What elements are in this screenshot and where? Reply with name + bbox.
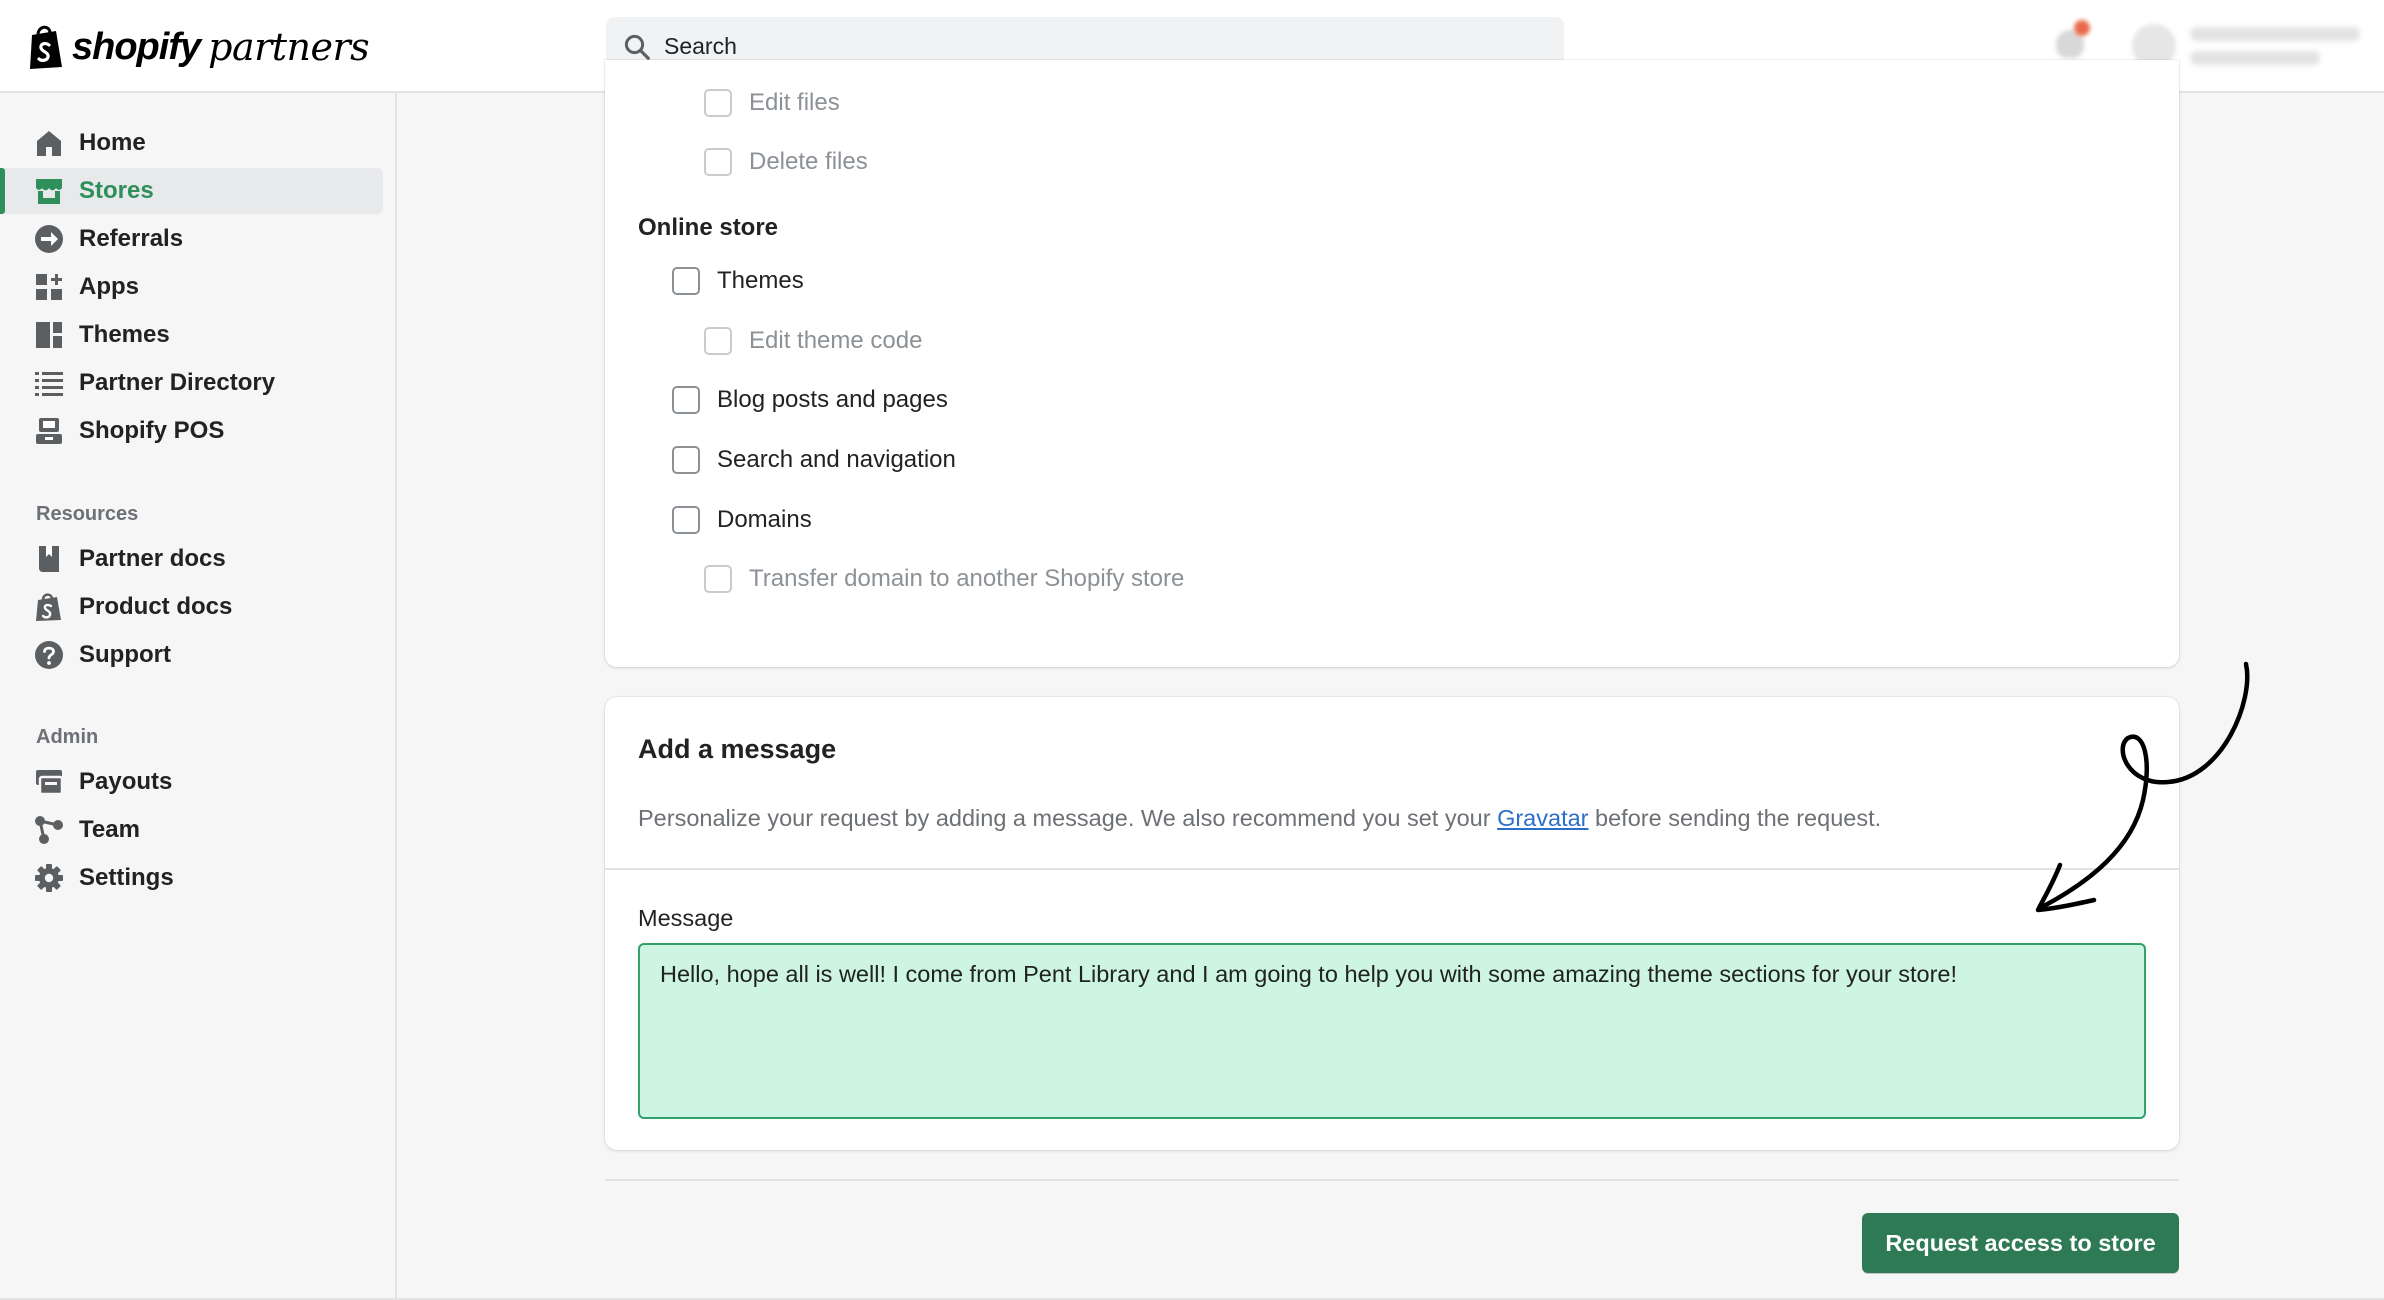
message-label: Message <box>638 905 734 931</box>
sidebar-item-label: Referrals <box>79 225 184 252</box>
sidebar-item-referrals[interactable]: Referrals <box>0 216 383 262</box>
shopify-partners-logo[interactable]: shopify partners <box>26 22 370 72</box>
sidebar-item-partner-directory[interactable]: Partner Directory <box>0 360 383 406</box>
sidebar-item-themes[interactable]: Themes <box>0 312 383 358</box>
team-icon <box>32 815 65 845</box>
checkbox[interactable] <box>704 89 732 117</box>
sidebar-item-label: Team <box>79 816 140 843</box>
sidebar-item-settings[interactable]: Settings <box>0 855 383 901</box>
add-message-card: Add a message Personalize your request b… <box>605 697 2179 1150</box>
permission-blog-posts[interactable]: Blog posts and pages <box>672 386 948 414</box>
checkbox-label: Themes <box>717 267 804 294</box>
permission-transfer-domain[interactable]: Transfer domain to another Shopify store <box>704 565 1184 593</box>
question-icon <box>32 640 65 670</box>
gravatar-link[interactable]: Gravatar <box>1497 805 1588 831</box>
checkbox-label: Edit theme code <box>749 327 923 354</box>
referrals-icon <box>32 224 65 254</box>
payouts-icon <box>32 767 65 797</box>
message-textarea[interactable]: Hello, hope all is well! I come from Pen… <box>638 943 2146 1119</box>
sidebar-item-payouts[interactable]: Payouts <box>0 759 383 805</box>
description-text-end: before sending the request. <box>1588 805 1882 831</box>
sidebar-item-home[interactable]: Home <box>0 120 383 166</box>
request-access-button[interactable]: Request access to store <box>1862 1213 2179 1273</box>
footer-divider <box>605 1179 2179 1181</box>
checkbox[interactable] <box>672 506 700 534</box>
checkbox[interactable] <box>672 267 700 295</box>
list-icon <box>32 368 65 398</box>
checkbox-label: Domains <box>717 506 812 533</box>
checkbox-label: Search and navigation <box>717 446 956 473</box>
sidebar-item-support[interactable]: Support <box>0 632 383 678</box>
permission-edit-theme-code[interactable]: Edit theme code <box>704 327 922 355</box>
store-icon <box>32 176 65 206</box>
sidebar-item-label: Partner docs <box>79 545 226 572</box>
gear-icon <box>32 863 65 893</box>
book-icon <box>32 544 65 574</box>
sidebar-item-label: Payouts <box>79 768 173 795</box>
home-icon <box>32 128 65 158</box>
card-description: Personalize your request by adding a mes… <box>638 805 1881 832</box>
user-info-redacted <box>2190 27 2360 65</box>
themes-icon <box>32 320 65 350</box>
checkbox[interactable] <box>704 327 732 355</box>
notifications-button[interactable] <box>2052 18 2092 62</box>
sidebar-item-shopify-pos[interactable]: Shopify POS <box>0 408 383 454</box>
sidebar: Home Stores Referrals Apps Themes Partne… <box>0 93 397 1300</box>
sidebar-item-label: Settings <box>79 864 174 891</box>
checkbox[interactable] <box>704 565 732 593</box>
checkbox[interactable] <box>704 148 732 176</box>
sidebar-item-label: Stores <box>79 177 154 204</box>
sidebar-item-label: Support <box>79 641 171 668</box>
sidebar-item-team[interactable]: Team <box>0 807 383 853</box>
description-text: Personalize your request by adding a mes… <box>638 805 1498 831</box>
sidebar-item-label: Apps <box>79 273 139 300</box>
sidebar-item-product-docs[interactable]: Product docs <box>0 584 383 630</box>
permission-delete-files[interactable]: Delete files <box>704 148 868 176</box>
checkbox-label: Blog posts and pages <box>717 386 948 413</box>
logo-brand-text: shopify <box>72 25 201 68</box>
resources-heading: Resources <box>36 503 139 525</box>
permission-domains[interactable]: Domains <box>672 506 812 534</box>
logo-product-text: partners <box>208 25 370 69</box>
divider <box>605 868 2179 870</box>
shopify-bag-logo-icon <box>30 25 62 69</box>
permissions-card: Edit files Delete files Online store The… <box>605 60 2179 667</box>
sidebar-item-label: Product docs <box>79 593 233 620</box>
admin-heading: Admin <box>36 726 99 748</box>
apps-icon <box>32 272 65 302</box>
pos-icon <box>32 416 65 446</box>
notification-badge <box>2074 20 2090 36</box>
checkbox-label: Delete files <box>749 148 868 175</box>
sidebar-item-apps[interactable]: Apps <box>0 264 383 310</box>
search-input[interactable] <box>664 33 1524 60</box>
shopify-bag-icon <box>32 592 65 622</box>
permission-themes[interactable]: Themes <box>672 267 804 295</box>
permission-edit-files[interactable]: Edit files <box>704 89 840 117</box>
sidebar-item-partner-docs[interactable]: Partner docs <box>0 536 383 582</box>
checkbox-label: Transfer domain to another Shopify store <box>749 565 1185 592</box>
checkbox[interactable] <box>672 446 700 474</box>
sidebar-item-label: Partner Directory <box>79 369 276 396</box>
sidebar-item-label: Themes <box>79 321 170 348</box>
sidebar-item-label: Shopify POS <box>79 417 225 444</box>
checkbox-label: Edit files <box>749 89 840 116</box>
sidebar-item-stores[interactable]: Stores <box>0 168 383 214</box>
search-icon <box>624 34 650 60</box>
annotation-arrow-icon <box>2035 661 2250 913</box>
permission-search-navigation[interactable]: Search and navigation <box>672 446 956 474</box>
checkbox[interactable] <box>672 386 700 414</box>
sidebar-item-label: Home <box>79 129 146 156</box>
card-title: Add a message <box>638 734 837 764</box>
online-store-heading: Online store <box>638 214 779 241</box>
